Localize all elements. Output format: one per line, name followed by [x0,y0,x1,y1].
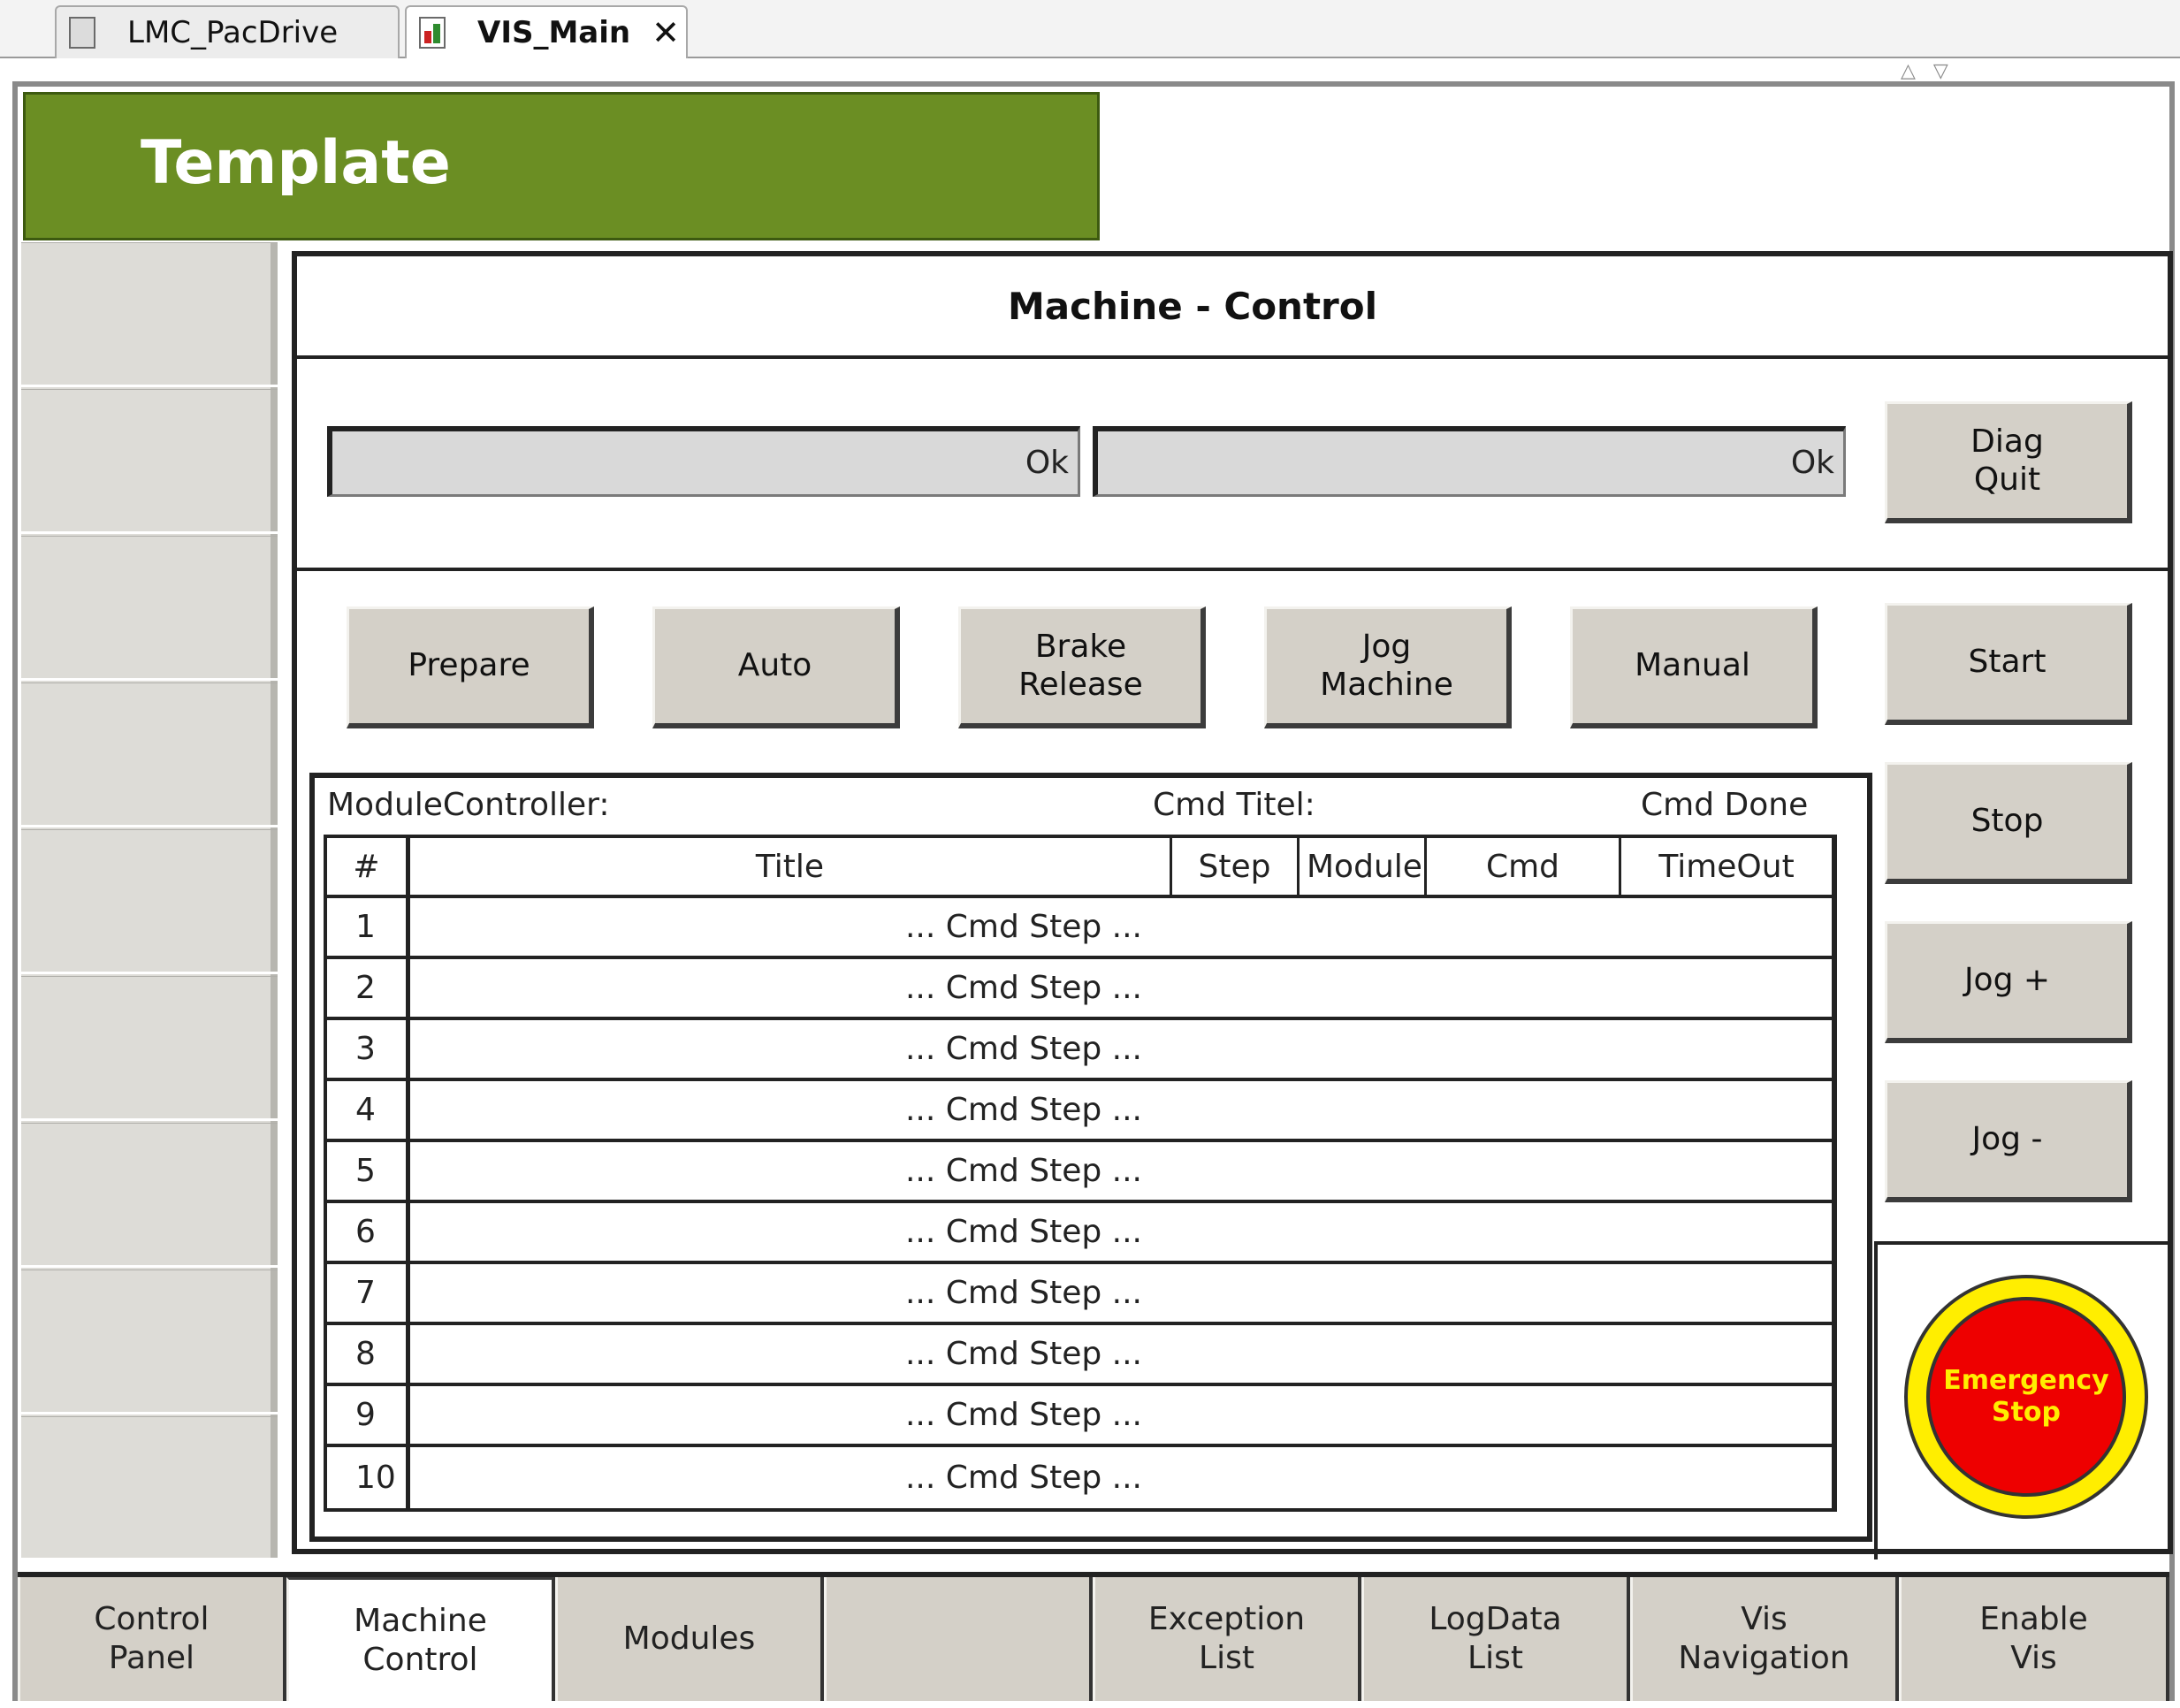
tab-label: LMC_PacDrive [127,15,339,50]
status-area: Ok Ok Diag Quit [297,359,2168,571]
status-field-2: Ok [1093,426,1846,497]
row-cmd-step: ... Cmd Step ... [904,1336,1142,1372]
row-cmd-step: ... Cmd Step ... [904,1092,1142,1128]
row-cmd-step: ... Cmd Step ... [904,1153,1142,1189]
header-banner: Template [23,92,1100,240]
visualization-canvas: Template Machine - Control Ok Ok Diag Qu… [12,81,2175,1701]
nav-empty[interactable] [824,1577,1093,1701]
column-header-timeout: TimeOut [1658,848,1795,885]
row-cmd-step: ... Cmd Step ... [904,1460,1142,1496]
row-number: 3 [327,1020,410,1078]
row-cmd-step: ... Cmd Step ... [904,1214,1142,1250]
row-number: 5 [327,1142,410,1200]
column-header-cmd: Cmd [1427,838,1621,895]
column-header-number: # [327,838,410,895]
brake-release-button[interactable]: Brake Release [958,606,1206,728]
emergency-stop-button[interactable]: Emergency Stop [1926,1297,2126,1497]
cmd-step-table: # Title Step Module Cmd TimeOut 1 ... Cm… [324,835,1837,1512]
cmd-done-label: Cmd Done [1641,787,1809,823]
jog-plus-button[interactable]: Jog + [1885,921,2132,1043]
row-number: 7 [327,1264,410,1322]
scroll-arrows-icon[interactable]: △▽ [1901,60,1966,82]
table-row: 10 ... Cmd Step ... [327,1447,1832,1508]
row-number: 9 [327,1386,410,1444]
table-row: 3 ... Cmd Step ... [327,1020,1832,1081]
cmd-title-label: Cmd Titel: [1153,787,1315,823]
editor-tabstrip: LMC_PacDrive VIS_Main ✕ [0,0,2180,58]
row-number: 4 [327,1081,410,1139]
table-row: 8 ... Cmd Step ... [327,1325,1832,1386]
left-menu-slot[interactable] [21,389,278,534]
left-menu-slot[interactable] [21,536,278,681]
left-menu-slot[interactable] [21,1416,278,1561]
machine-control-panel: Machine - Control Ok Ok Diag Quit Prepar… [292,251,2173,1559]
row-number: 6 [327,1203,410,1261]
row-cmd-step: ... Cmd Step ... [904,1031,1142,1067]
nav-vis-navigation[interactable]: Vis Navigation [1630,1577,1899,1701]
table-row: 2 ... Cmd Step ... [327,959,1832,1020]
nav-logdata-list[interactable]: LogData List [1361,1577,1630,1701]
table-row: 4 ... Cmd Step ... [327,1081,1832,1142]
table-row: 6 ... Cmd Step ... [327,1203,1832,1264]
column-header-title: Title [410,838,1172,895]
left-menu-slot[interactable] [21,242,278,387]
left-menu-slot[interactable] [21,1270,278,1414]
visualization-icon [419,17,446,49]
row-number: 10 [327,1447,410,1508]
table-header: # Title Step Module Cmd TimeOut [327,838,1832,898]
column-header-module: Module [1300,838,1427,895]
row-number: 8 [327,1325,410,1383]
close-icon[interactable]: ✕ [652,13,680,52]
table-row: 5 ... Cmd Step ... [327,1142,1832,1203]
nav-control-panel[interactable]: Control Panel [18,1577,286,1701]
stop-button[interactable]: Stop [1885,762,2132,884]
table-row: 9 ... Cmd Step ... [327,1386,1832,1447]
row-cmd-step: ... Cmd Step ... [904,1275,1142,1311]
column-header-step: Step [1172,838,1300,895]
left-menu-slot[interactable] [21,829,278,974]
jog-minus-button[interactable]: Jog - [1885,1080,2132,1202]
bottom-navigation: Control Panel Machine Control Modules Ex… [18,1572,2169,1701]
start-button[interactable]: Start [1885,603,2132,725]
left-menu-slot[interactable] [21,976,278,1121]
diag-quit-button[interactable]: Diag Quit [1885,401,2132,523]
nav-machine-control[interactable]: Machine Control [286,1577,555,1701]
row-cmd-step: ... Cmd Step ... [904,970,1142,1006]
row-cmd-step: ... Cmd Step ... [904,1397,1142,1433]
project-icon [69,17,95,49]
tab-label: VIS_Main [477,15,631,50]
left-menu [21,242,278,1561]
page-title: Template [141,128,451,198]
jog-machine-button[interactable]: Jog Machine [1264,606,1512,728]
auto-button[interactable]: Auto [652,606,900,728]
divider [1874,1241,2169,1245]
table-row: 7 ... Cmd Step ... [327,1264,1832,1325]
left-menu-slot[interactable] [21,682,278,827]
row-number: 2 [327,959,410,1017]
table-row: 1 ... Cmd Step ... [327,898,1832,959]
tab-lmc-pacdrive[interactable]: LMC_PacDrive [55,5,400,58]
left-menu-slot[interactable] [21,1123,278,1268]
panel-title: Machine - Control [297,256,2168,359]
status-field-1: Ok [327,426,1080,497]
nav-modules[interactable]: Modules [555,1577,824,1701]
manual-button[interactable]: Manual [1570,606,1818,728]
divider [1874,1241,1878,1559]
row-cmd-step: ... Cmd Step ... [904,909,1142,945]
nav-enable-vis[interactable]: Enable Vis [1899,1577,2169,1701]
module-controller-label: ModuleController: [327,787,610,823]
tab-vis-main[interactable]: VIS_Main ✕ [405,5,688,58]
module-controller-box: ModuleController: Cmd Titel: Cmd Done # … [309,773,1872,1542]
row-number: 1 [327,898,410,956]
nav-exception-list[interactable]: Exception List [1093,1577,1361,1701]
prepare-button[interactable]: Prepare [347,606,594,728]
